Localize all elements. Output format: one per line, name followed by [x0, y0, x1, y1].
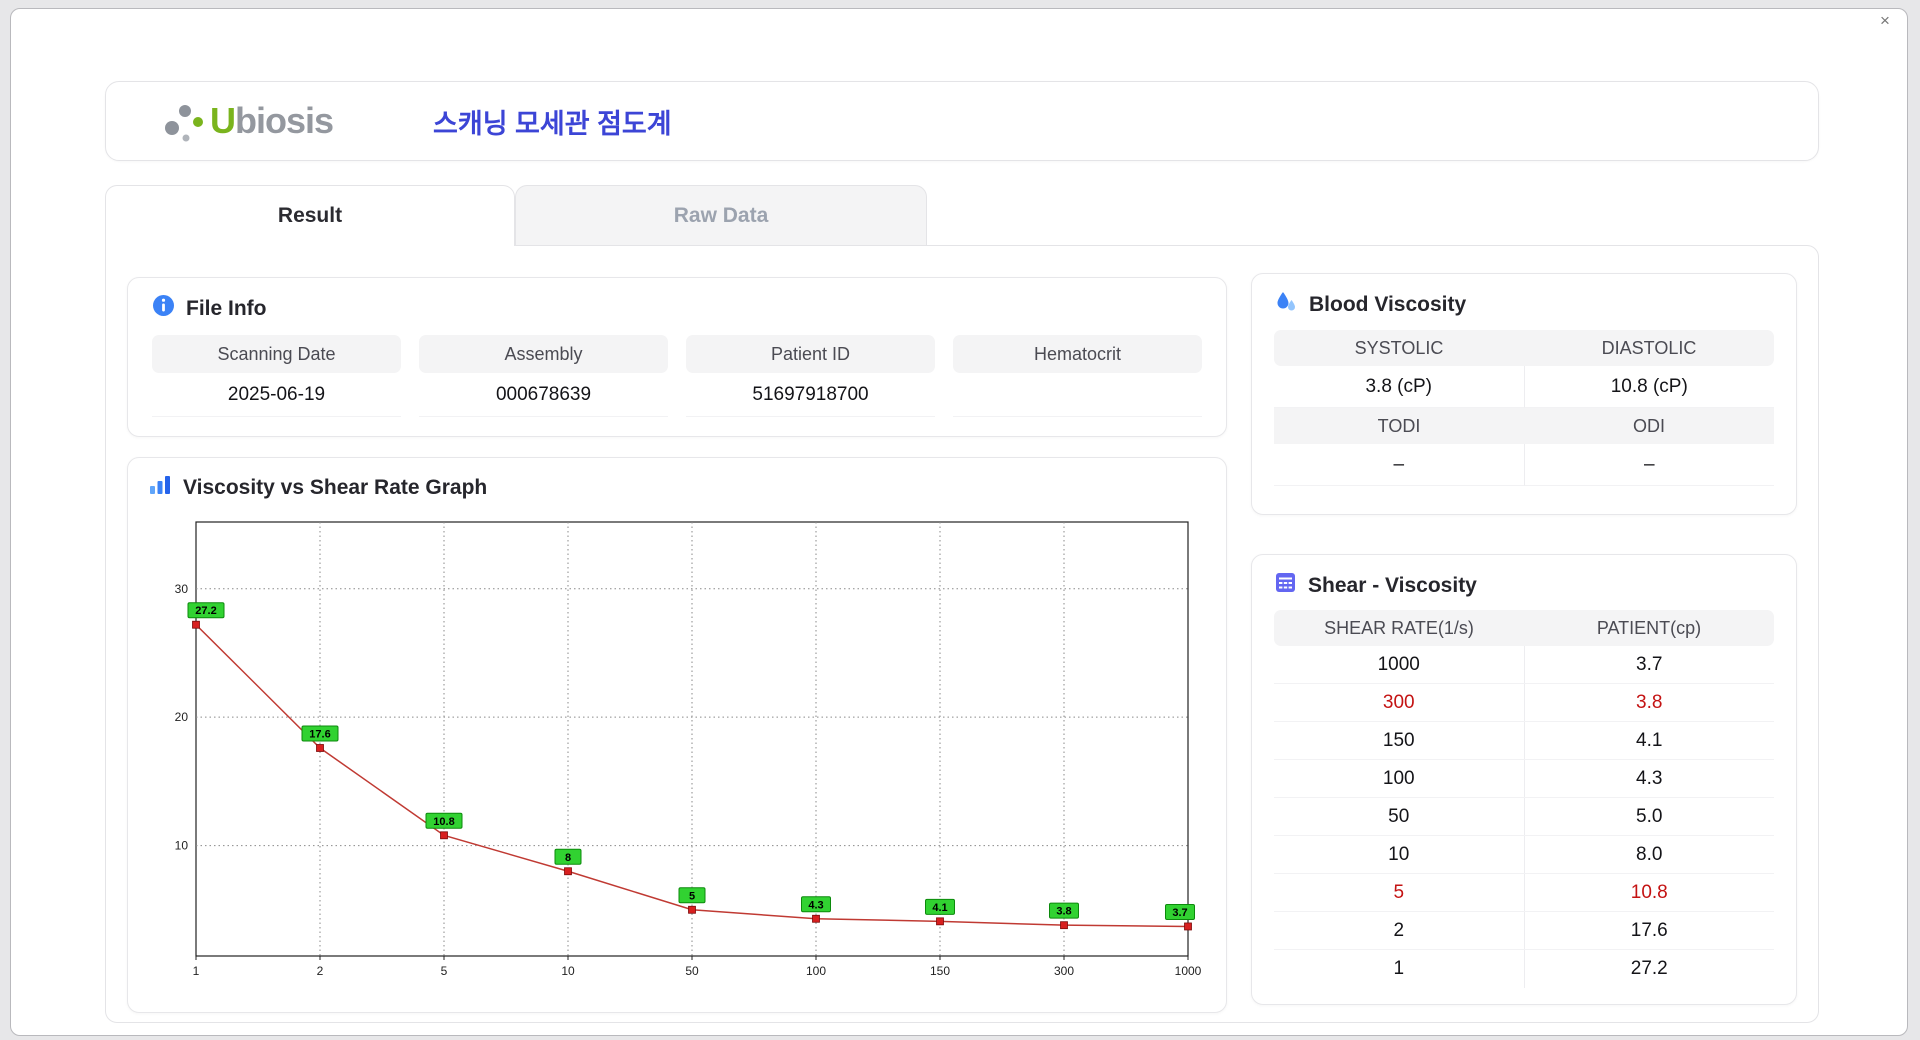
shear-rate-value: 1000 [1274, 646, 1525, 683]
field-label-hematocrit: Hematocrit [953, 335, 1202, 373]
field-value-hematocrit [953, 373, 1202, 417]
blood-viscosity-card: Blood Viscosity SYSTOLIC DIASTOLIC 3.8 (… [1251, 273, 1797, 515]
odi-value: – [1524, 444, 1774, 486]
table-row: 100 4.3 [1274, 760, 1774, 798]
table-row: 5 10.8 [1274, 874, 1774, 912]
bar-chart-icon [148, 474, 172, 502]
svg-text:1: 1 [193, 964, 200, 978]
blood-viscosity-table: SYSTOLIC DIASTOLIC 3.8 (cP) 10.8 (cP) TO… [1274, 330, 1774, 486]
shear-rate-column-header: SHEAR RATE(1/s) [1324, 618, 1474, 638]
patient-viscosity-value: 5.0 [1636, 806, 1663, 827]
table-row: 1 27.2 [1274, 950, 1774, 988]
patient-viscosity-value: 4.1 [1636, 730, 1663, 751]
table-row: 150 4.1 [1274, 722, 1774, 760]
shear-rate-value: 5 [1274, 874, 1525, 911]
svg-text:300: 300 [1054, 964, 1074, 978]
file-info-field: Assembly 000678639 [419, 335, 668, 417]
patient-viscosity-value: 3.7 [1636, 654, 1663, 675]
app-header: Ubiosis 스캐닝 모세관 점도계 [105, 81, 1819, 161]
shear-rate-value: 10 [1274, 836, 1525, 873]
file-info-field: Hematocrit [953, 335, 1202, 417]
svg-text:10.8: 10.8 [433, 816, 454, 828]
logo-text-u: U [210, 100, 236, 141]
svg-text:17.6: 17.6 [309, 728, 330, 740]
page-title: 스캐닝 모세관 점도계 [433, 108, 672, 139]
patient-viscosity-value: 3.8 [1636, 692, 1663, 713]
svg-text:3.8: 3.8 [1056, 906, 1071, 918]
todi-header: TODI [1377, 416, 1421, 436]
blood-viscosity-title: Blood Viscosity [1309, 293, 1467, 316]
field-label-scanning-date: Scanning Date [152, 335, 401, 373]
tab-raw-data[interactable]: Raw Data [515, 185, 927, 245]
svg-text:27.2: 27.2 [195, 605, 216, 617]
shear-viscosity-table: 1000 3.7 300 3.8 150 4.1 100 4.3 50 5.0 … [1274, 646, 1774, 988]
svg-text:5: 5 [689, 890, 695, 902]
patient-viscosity-value: 8.0 [1636, 844, 1663, 865]
graph-title: Viscosity vs Shear Rate Graph [183, 476, 488, 499]
table-row: 1000 3.7 [1274, 646, 1774, 684]
svg-text:150: 150 [930, 964, 950, 978]
svg-text:1000: 1000 [1175, 964, 1202, 978]
svg-text:2: 2 [317, 964, 324, 978]
field-value-patient-id: 51697918700 [686, 373, 935, 417]
systolic-header: SYSTOLIC [1354, 338, 1444, 358]
shear-rate-value: 50 [1274, 798, 1525, 835]
svg-text:50: 50 [685, 964, 699, 978]
patient-viscosity-value: 4.3 [1636, 768, 1663, 789]
svg-text:20: 20 [175, 710, 189, 724]
svg-text:8: 8 [565, 852, 571, 864]
shear-rate-value: 1 [1274, 950, 1525, 988]
svg-text:10: 10 [175, 839, 189, 853]
table-row: 2 17.6 [1274, 912, 1774, 950]
viscosity-shear-chart: 10 20 30 1 2 5 10 50 100 150 300 1000 27.2 17.6 10.8 8 5… [175, 521, 1202, 978]
patient-viscosity-value: 10.8 [1630, 882, 1668, 903]
droplets-icon [1274, 290, 1298, 320]
file-info-field: Patient ID 51697918700 [686, 335, 935, 417]
file-info-title: File Info [186, 296, 267, 320]
tab-result[interactable]: Result [105, 185, 515, 246]
shear-viscosity-card: Shear - Viscosity SHEAR RATE(1/s) PATIEN… [1251, 554, 1797, 1005]
close-icon[interactable]: × [1873, 9, 1897, 33]
table-row: 50 5.0 [1274, 798, 1774, 836]
todi-value: – [1274, 444, 1525, 486]
svg-text:5: 5 [441, 964, 448, 978]
file-info-field: Scanning Date 2025-06-19 [152, 335, 401, 417]
logo-mark-icon [162, 98, 206, 144]
patient-column-header: PATIENT(cp) [1596, 618, 1702, 638]
svg-text:4.3: 4.3 [808, 899, 823, 911]
svg-text:10: 10 [561, 964, 575, 978]
svg-text:4.1: 4.1 [932, 902, 947, 914]
shear-viscosity-title: Shear - Viscosity [1308, 573, 1477, 597]
field-value-scanning-date: 2025-06-19 [152, 373, 401, 417]
patient-viscosity-value: 17.6 [1630, 920, 1668, 941]
diastolic-value: 10.8 (cP) [1524, 366, 1774, 408]
odi-header: ODI [1632, 416, 1665, 436]
logo-text-rest: biosis [235, 100, 334, 141]
shear-rate-value: 100 [1274, 760, 1525, 797]
viscosity-graph-card: Viscosity vs Shear Rate Graph 10 20 30 1 2 5 1… [127, 457, 1227, 1013]
shear-rate-value: 150 [1274, 722, 1525, 759]
info-icon [152, 294, 175, 323]
svg-text:30: 30 [175, 582, 189, 596]
shear-rate-value: 2 [1274, 912, 1525, 949]
table-row: 300 3.8 [1274, 684, 1774, 722]
patient-viscosity-value: 27.2 [1630, 958, 1668, 979]
diastolic-header: DIASTOLIC [1601, 338, 1697, 358]
shear-rate-value: 300 [1274, 684, 1525, 721]
svg-text:3.7: 3.7 [1172, 907, 1187, 919]
ubiosis-logo: Ubiosis [162, 98, 334, 144]
systolic-value: 3.8 (cP) [1274, 366, 1525, 408]
table-grid-icon [1274, 571, 1297, 600]
svg-text:100: 100 [806, 964, 826, 978]
app-window: × Ubiosis 스캐닝 모세관 점도계 Result Raw Data Fi… [10, 8, 1908, 1036]
field-value-assembly: 000678639 [419, 373, 668, 417]
file-info-card: File Info Scanning Date 2025-06-19 Assem… [127, 277, 1227, 437]
table-row: 10 8.0 [1274, 836, 1774, 874]
field-label-assembly: Assembly [419, 335, 668, 373]
field-label-patient-id: Patient ID [686, 335, 935, 373]
